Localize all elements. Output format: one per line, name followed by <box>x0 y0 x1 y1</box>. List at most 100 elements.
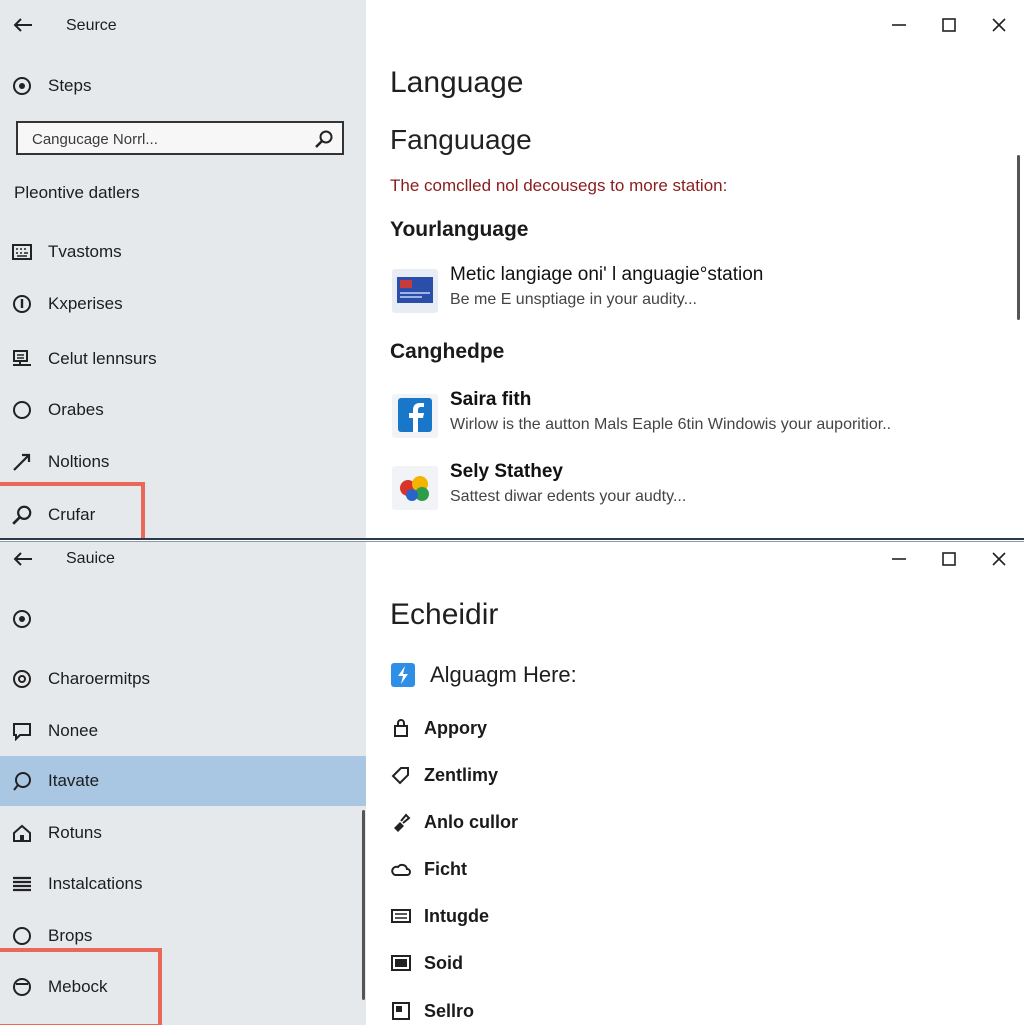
search-box[interactable] <box>16 121 344 155</box>
sidebar-item-kxperises[interactable]: Kxperises <box>0 281 366 327</box>
caption-buttons <box>874 0 1024 50</box>
page-title: Echeidir <box>390 598 499 631</box>
sidebar-item-label: Celut lennsurs <box>48 349 157 368</box>
page-title: Language <box>390 66 524 99</box>
list-item[interactable]: Soid <box>390 946 463 980</box>
sidebar-item-steps[interactable]: Steps <box>0 63 366 109</box>
item-description: Wirlow is the autton Mals Eaple 6tin Win… <box>450 416 892 433</box>
sidebar-item-noltions[interactable]: Noltions <box>0 439 366 485</box>
item-label: Sellro <box>424 1000 475 1021</box>
sidebar-item-label: Steps <box>48 76 92 95</box>
window-title: Seurce <box>66 17 117 34</box>
at-icon <box>11 668 33 690</box>
back-button[interactable] <box>8 10 38 40</box>
speech-bubble-icon <box>11 770 33 792</box>
paint-icon <box>390 811 412 833</box>
close-button[interactable] <box>974 0 1024 50</box>
subheading: Alguagm Here: <box>430 662 577 687</box>
sidebar-item-label: Tvastoms <box>48 242 122 261</box>
window-icon <box>390 1000 412 1022</box>
list-item[interactable]: Sely Stathey Sattest diwar edents your a… <box>390 461 1010 517</box>
sidebar-item-home[interactable] <box>0 596 366 642</box>
sidebar-item-label: Charoermitps <box>48 669 151 688</box>
minimize-button[interactable] <box>874 0 924 50</box>
list-item[interactable]: Metic langiage oni' l anguagie°station B… <box>390 264 1010 320</box>
sidebar-item-label: Instalcations <box>48 874 143 893</box>
item-label: Zentlimy <box>424 764 499 785</box>
close-button[interactable] <box>974 542 1024 576</box>
sidebar-item-label: Nonee <box>48 721 99 740</box>
item-label: Soid <box>424 952 463 973</box>
main-pane: Language Fanguuage The comclled nol deco… <box>366 0 1024 538</box>
highlight-box <box>0 948 162 1025</box>
sidebar-item-label: Itavate <box>48 771 100 790</box>
list-item[interactable]: Saira fith Wirlow is the autton Mals Eap… <box>390 389 1010 445</box>
lock-icon <box>390 717 412 739</box>
section-change: Canghedpe <box>390 340 505 363</box>
language-pack-icon <box>392 269 438 313</box>
arrow-diagonal-icon <box>11 451 33 473</box>
list-item[interactable]: Ficht <box>390 852 467 886</box>
sidebar-item-celut-lennsurs[interactable]: Celut lennsurs <box>0 336 366 382</box>
list-item[interactable]: Anlo cullor <box>390 805 518 839</box>
tag-icon <box>390 764 412 786</box>
highlight-box <box>0 482 145 538</box>
item-label: Ficht <box>424 858 467 879</box>
settings-icon <box>11 75 33 97</box>
page-subtitle: Fanguuage <box>390 124 532 155</box>
info-circle-icon <box>11 293 33 315</box>
section-your-language: Yourlanguage <box>390 218 529 241</box>
maximize-icon <box>942 552 956 566</box>
lightning-icon <box>390 662 416 688</box>
maximize-button[interactable] <box>924 542 974 576</box>
sidebar-item-label: Orabes <box>48 400 104 419</box>
maximize-icon <box>942 18 956 32</box>
sidebar-item-nonee[interactable]: Nonee <box>0 708 366 754</box>
keyboard-icon <box>390 905 412 927</box>
home-icon <box>11 822 33 844</box>
back-button[interactable] <box>8 544 38 574</box>
sidebar-item-label: Brops <box>48 926 93 945</box>
minimize-icon <box>892 558 906 560</box>
list-icon <box>11 873 33 895</box>
sidebar-item-label: Kxperises <box>48 294 123 313</box>
back-arrow-icon <box>13 18 32 32</box>
settings-icon <box>11 608 33 630</box>
sidebar-item-orabes[interactable]: Orabes <box>0 387 366 433</box>
sidebar-item-instalcations[interactable]: Instalcations <box>0 861 366 907</box>
item-title: Saira fith <box>450 389 532 410</box>
maximize-button[interactable] <box>924 0 974 50</box>
list-item[interactable]: Zentlimy <box>390 758 498 792</box>
search-input[interactable] <box>30 128 304 150</box>
keyboard-icon <box>11 241 33 263</box>
sidebar-item-itavate[interactable]: Itavate <box>0 756 366 806</box>
cloud-icon <box>390 858 412 880</box>
main-pane: Echeidir Alguagm Here: Appory Zentlimy A… <box>362 542 1024 1025</box>
item-label: Appory <box>424 717 487 738</box>
item-title: Sely Stathey <box>450 461 563 482</box>
list-item[interactable]: Appory <box>390 711 487 745</box>
sidebar-item-charoermitps[interactable]: Charoermitps <box>0 656 366 702</box>
item-label: Intugde <box>424 905 489 926</box>
list-item[interactable]: Sellro <box>390 994 474 1025</box>
search-icon[interactable] <box>314 129 334 149</box>
circle-icon <box>11 925 33 947</box>
display-icon <box>11 348 33 370</box>
notice-text: The comclled nol decousegs to more stati… <box>390 176 728 195</box>
scrollbar[interactable] <box>1017 155 1020 320</box>
circle-icon <box>11 399 33 421</box>
item-title: Metic langiage oni' l anguagie°station <box>450 264 764 285</box>
minimize-button[interactable] <box>874 542 924 576</box>
scrollbar[interactable] <box>362 810 365 1000</box>
sidebar-item-rotuns[interactable]: Rotuns <box>0 810 366 856</box>
sidebar-item-tvastoms[interactable]: Tvastoms <box>0 229 366 275</box>
minimize-icon <box>892 24 906 26</box>
sidebar-item-label: Rotuns <box>48 823 102 842</box>
chat-icon <box>11 720 33 742</box>
sidebar: Sauice Charoermitps Nonee Itavate Rotuns… <box>0 542 366 1025</box>
colorful-app-icon <box>392 466 438 510</box>
list-item[interactable]: Intugde <box>390 899 489 933</box>
sidebar: Seurce Steps Pleontive datlers Tvastoms … <box>0 0 366 538</box>
item-description: Be me E unsptiage in your audity... <box>450 291 697 308</box>
monitor-icon <box>390 952 412 974</box>
